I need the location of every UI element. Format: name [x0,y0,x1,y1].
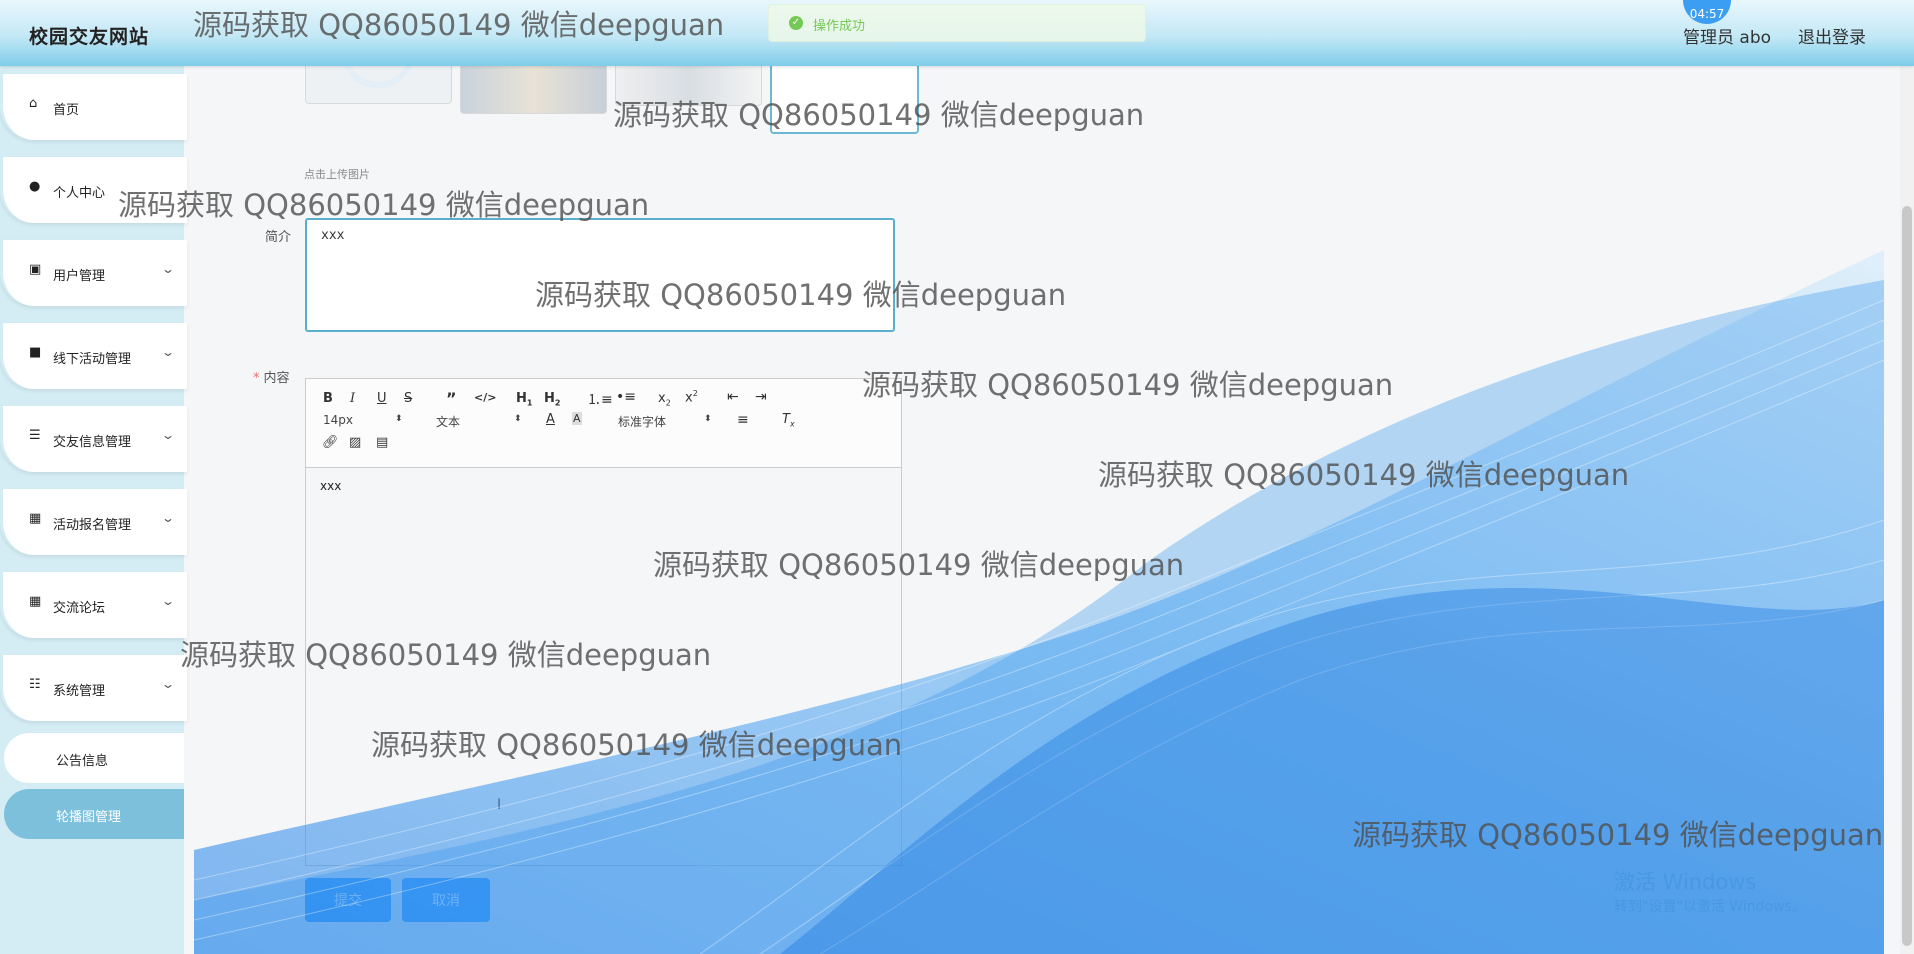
sidebar-item-label: 交友信息管理 [53,435,132,450]
clipboard-icon: ▣ [29,262,42,277]
sidebar-item-label: 首页 [53,103,80,118]
text-type-select[interactable]: 文本 ⬍ [436,413,526,430]
watermark-text: 源码获取 QQ86050149 微信deepguan [613,98,1145,132]
heading2-icon[interactable]: H2 [544,391,560,408]
select-arrows-icon: ⬍ [395,414,403,424]
chevron-down-icon: ⌄ [160,677,176,691]
admin-username: 管理员 abo [1683,28,1772,48]
font-family-value: 标准字体 [618,415,667,429]
superscript-icon[interactable]: x2 [685,389,698,405]
sidebar-item-users[interactable]: ▣ 用户管理 ⌄ [0,240,187,306]
upload-hint: 点击上传图片 [304,168,370,181]
image-thumbnail[interactable] [305,14,452,104]
image-icon[interactable]: ▨ [349,435,361,450]
content-label-text: 内容 [263,371,290,386]
bullet-list-icon[interactable]: •≡ [616,389,636,405]
home-icon: ⌂ [29,96,38,111]
briefcase-icon: ■ [29,345,42,360]
clear-format-icon[interactable]: Tx [782,412,795,429]
font-size-select[interactable]: 14px ⬍ [323,413,403,427]
success-toast: ✓ 操作成功 [768,4,1146,42]
sidebar-item-label: 交流论坛 [53,601,106,616]
time-badge: 04:57 [1683,0,1731,24]
sidebar-subitem-label: 轮播图管理 [56,810,122,825]
intro-label: 简介 [265,230,292,245]
sidebar-subitem-notices[interactable]: 公告信息 [4,733,184,783]
sidebar-item-label: 线下活动管理 [53,352,132,367]
watermark-text: 源码获取 QQ86050149 微信deepguan [1352,818,1884,852]
content-label: * 内容 [253,367,290,386]
font-size-value: 14px [323,413,353,427]
sidebar-item-label: 个人中心 [53,186,106,201]
font-color-icon[interactable]: A [546,412,555,427]
align-icon[interactable]: ≡ [737,412,749,428]
grid-icon: ▦ [29,594,42,609]
watermark-text: 源码获取 QQ86050149 微信deepguan [653,548,1185,582]
image-thumbnail[interactable] [460,60,607,114]
code-block-icon[interactable]: </> [474,391,496,404]
chevron-down-icon: ⌄ [160,594,176,608]
editor-content: xxx [320,479,342,493]
sidebar-item-offline-activities[interactable]: ■ 线下活动管理 ⌄ [0,323,187,389]
font-family-select[interactable]: 标准字体 ⬍ [618,413,718,430]
italic-icon[interactable]: I [350,391,355,406]
text-type-value: 文本 [436,415,461,429]
sidebar-item-label: 系统管理 [53,684,106,699]
sidebar-item-label: 活动报名管理 [53,518,132,533]
sidebar-item-label: 用户管理 [53,269,106,284]
underline-icon[interactable]: U [377,391,387,406]
strikethrough-icon[interactable]: S [404,391,412,406]
list-icon: ☰ [29,428,41,443]
sidebar-item-dating-info[interactable]: ☰ 交友信息管理 ⌄ [0,406,187,472]
sidebar-item-home[interactable]: ⌂ 首页 [0,74,187,140]
scrollbar-thumb[interactable] [1902,206,1912,946]
watermark-text: 源码获取 QQ86050149 微信deepguan [862,368,1394,402]
select-arrows-icon: ⬍ [704,414,712,424]
select-arrows-icon: ⬍ [514,414,522,424]
video-icon[interactable]: ▤ [376,435,388,450]
watermark-text: 源码获取 QQ86050149 微信deepguan [535,278,1067,312]
subscript-icon[interactable]: x2 [658,391,671,408]
bold-icon[interactable]: B [323,391,333,406]
sidebar-item-forum[interactable]: ▦ 交流论坛 ⌄ [0,572,187,638]
blockquote-icon[interactable]: ” [446,389,457,408]
rich-text-editor[interactable]: B I U S ” </> H1 H2 ⒈≡ •≡ x2 x2 ⇤ ⇥ 14px… [305,378,902,866]
watermark-text: 源码获取 QQ86050149 微信deepguan [180,638,712,672]
text-cursor-icon: I [497,797,502,813]
image-placeholder-icon [341,14,415,88]
logout-button[interactable]: 退出登录 [1798,23,1866,48]
chevron-down-icon: ⌄ [160,262,176,276]
cancel-button[interactable]: 取消 [402,878,490,922]
windows-activation-subtitle: 转到"设置"以激活 Windows。 [1614,899,1806,915]
check-circle-icon: ✓ [789,16,803,30]
watermark-text: 源码获取 QQ86050149 微信deepguan [371,728,903,762]
user-icon: ● [29,179,41,194]
background-color-icon[interactable]: A [572,412,582,425]
sidebar-subitem-carousel[interactable]: 轮播图管理 [4,789,184,839]
submit-button[interactable]: 提交 [305,878,391,922]
sidebar-item-system[interactable]: ☷ 系统管理 ⌄ [0,655,187,721]
sliders-icon: ☷ [29,677,41,692]
watermark-text: 源码获取 QQ86050149 微信deepguan [118,188,650,222]
grid-icon: ▦ [29,511,42,526]
chevron-down-icon: ⌄ [160,511,176,525]
indent-icon[interactable]: ⇥ [755,389,767,405]
vertical-scrollbar[interactable] [1900,66,1914,954]
chevron-down-icon: ⌄ [160,345,176,359]
outdent-icon[interactable]: ⇤ [727,389,739,405]
toast-message: 操作成功 [813,19,866,34]
chevron-down-icon: ⌄ [160,428,176,442]
editor-toolbar: B I U S ” </> H1 H2 ⒈≡ •≡ x2 x2 ⇤ ⇥ 14px… [306,379,901,468]
heading1-icon[interactable]: H1 [516,391,532,408]
site-title: 校园交友网站 [29,26,150,48]
windows-activation-title: 激活 Windows [1614,870,1757,894]
required-mark: * [253,371,260,386]
watermark-text: 源码获取 QQ86050149 微信deepguan [193,8,725,42]
sidebar-item-signups[interactable]: ▦ 活动报名管理 ⌄ [0,489,187,555]
watermark-text: 源码获取 QQ86050149 微信deepguan [1098,458,1630,492]
link-icon[interactable]: 🔗︎ [322,435,339,450]
ordered-list-icon[interactable]: ⒈≡ [587,389,613,409]
sidebar-subitem-label: 公告信息 [56,754,109,769]
